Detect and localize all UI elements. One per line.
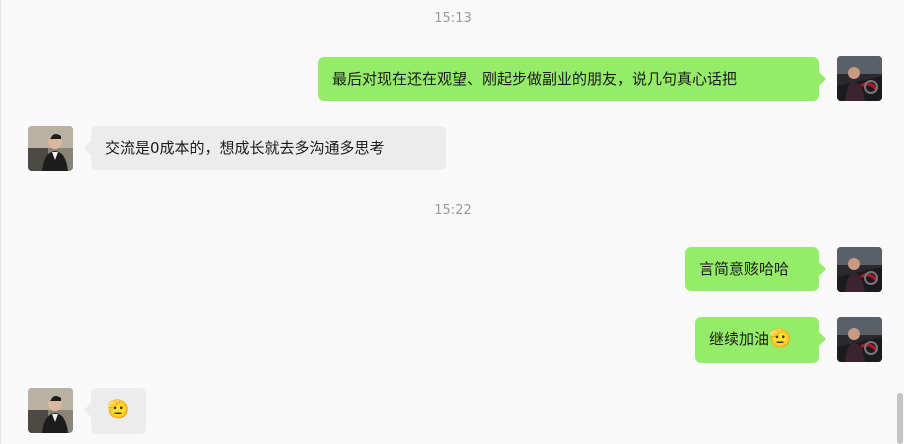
message-bubble-incoming[interactable]: 交流是0成本的，想成长就去多沟通多思考 [84, 126, 446, 170]
scrollbar[interactable] [897, 393, 903, 444]
person-avatar-icon [28, 126, 73, 171]
driver-avatar-icon [837, 317, 882, 362]
message-bubble-outgoing[interactable]: 最后对现在还在观望、刚起步做副业的朋友，说几句真心话把 [318, 57, 826, 101]
saluting-face-emoji: 🫡 [769, 328, 792, 349]
self-avatar[interactable] [837, 317, 882, 362]
driver-avatar-icon [837, 247, 882, 292]
timestamp: 15:13 [434, 11, 472, 26]
message-bubble-outgoing[interactable]: 言简意赅哈哈 [685, 247, 826, 291]
driver-avatar-icon [837, 56, 882, 101]
self-avatar[interactable] [837, 56, 882, 101]
chat-panel: 15:13 最后对现在还在观望、刚起步做副业的朋友，说几句真心话把 交流是0成本… [0, 0, 904, 444]
timestamp: 15:22 [434, 203, 472, 218]
message-bubble-incoming[interactable]: 🫡 [84, 388, 146, 434]
saluting-face-emoji: 🫡 [107, 399, 130, 420]
contact-avatar[interactable] [28, 388, 73, 433]
person-avatar-icon [28, 388, 73, 433]
contact-avatar[interactable] [28, 126, 73, 171]
message-bubble-outgoing[interactable]: 继续加油🫡 [695, 317, 826, 363]
self-avatar[interactable] [837, 247, 882, 292]
message-text: 继续加油 [709, 330, 770, 348]
